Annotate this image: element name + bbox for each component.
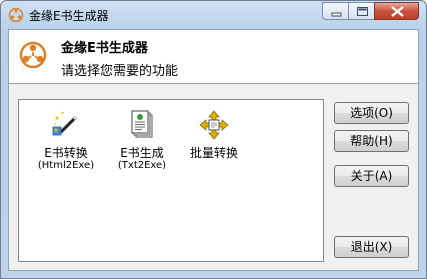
maximize-icon bbox=[357, 7, 368, 16]
about-button[interactable]: 关于(A) bbox=[334, 165, 409, 187]
dialog-client-area: 金缘E书生成器 请选择您需要的功能 E书转换 (Html2Exe) E书生成 (… bbox=[8, 29, 419, 271]
function-list: E书转换 (Html2Exe) E书生成 (Txt2Exe) 批量转换 bbox=[18, 99, 324, 262]
minimize-button[interactable] bbox=[322, 2, 349, 20]
people-circle-logo-icon bbox=[17, 39, 49, 71]
document-stack-icon bbox=[126, 109, 158, 141]
window-title: 金缘E书生成器 bbox=[29, 9, 109, 23]
app-window: 金缘E书生成器 金缘E书生成器 请选择您需要的功能 E书转换 (Html2Exe… bbox=[0, 0, 427, 279]
header-subtitle: 请选择您需要的功能 bbox=[61, 64, 179, 79]
header-panel: 金缘E书生成器 请选择您需要的功能 bbox=[9, 30, 418, 84]
app-logo-icon bbox=[8, 7, 24, 23]
help-button[interactable]: 帮助(H) bbox=[334, 130, 409, 152]
tool-label: E书转换 bbox=[44, 146, 88, 160]
minimize-icon bbox=[331, 12, 342, 17]
title-bar[interactable]: 金缘E书生成器 bbox=[1, 1, 426, 29]
batch-arrows-icon bbox=[198, 109, 230, 141]
header-title: 金缘E书生成器 bbox=[61, 41, 148, 56]
exit-button[interactable]: 退出(X) bbox=[334, 236, 409, 258]
tool-sublabel: (Html2Exe) bbox=[37, 160, 95, 171]
tool-sublabel: (Txt2Exe) bbox=[117, 160, 167, 171]
close-icon bbox=[391, 6, 404, 17]
options-button[interactable]: 选项(O) bbox=[334, 102, 409, 124]
tool-label: 批量转换 bbox=[189, 146, 238, 160]
close-button[interactable] bbox=[374, 2, 419, 20]
tool-label: E书生成 bbox=[120, 146, 164, 160]
magic-wand-icon bbox=[50, 109, 82, 141]
maximize-button[interactable] bbox=[348, 2, 375, 20]
